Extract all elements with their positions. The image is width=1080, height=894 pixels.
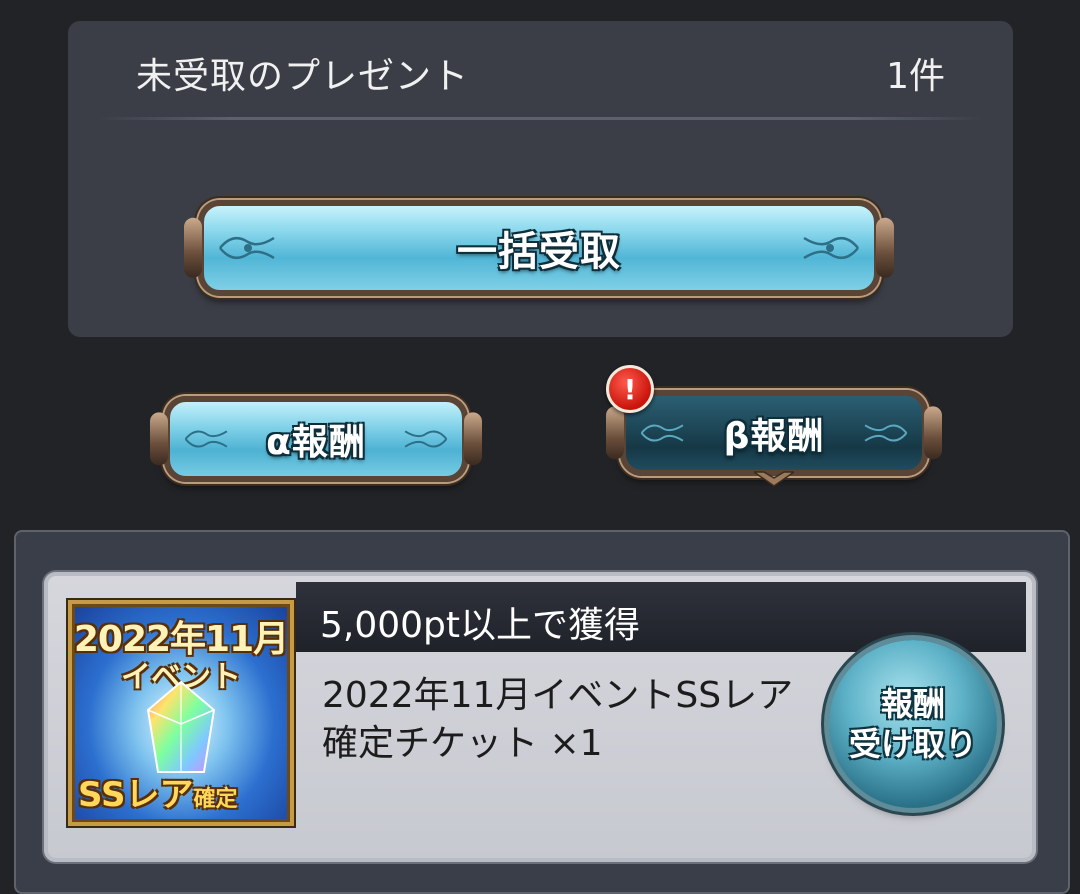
- thumbnail-rarity-main: SSレア: [78, 775, 194, 815]
- bulk-receive-label: 一括受取: [457, 229, 621, 275]
- alert-icon: !: [606, 365, 654, 413]
- present-count: 1件: [886, 56, 945, 97]
- ornament-icon: [184, 430, 228, 448]
- ornament-icon: [754, 471, 794, 487]
- reward-condition: 5,000pt以上で獲得: [320, 605, 641, 646]
- present-title: 未受取のプレゼント: [136, 56, 470, 97]
- claim-label-line2: 受け取り: [848, 725, 977, 763]
- claim-label-line1: 報酬: [880, 685, 945, 723]
- divider: [98, 117, 983, 120]
- reward-description: 2022年11月イベントSSレア確定チケット ×1: [322, 675, 794, 764]
- thumbnail-rarity-small: 確定: [193, 787, 238, 812]
- button-cap-left: [606, 406, 624, 460]
- button-cap-right: [924, 406, 942, 460]
- reward-thumbnail: 2022年11月 イベント SSレア確定: [68, 600, 294, 826]
- ornament-icon: [219, 236, 275, 260]
- crystal-icon: [146, 680, 216, 773]
- alpha-rewards-tab[interactable]: α報酬: [150, 396, 482, 482]
- ornament-icon: [404, 430, 448, 448]
- ornament-icon: [640, 424, 684, 442]
- bulk-receive-button[interactable]: 一括受取: [184, 200, 894, 296]
- button-cap-right: [876, 217, 894, 279]
- button-cap-left: [184, 217, 202, 279]
- beta-rewards-label: β報酬: [723, 416, 825, 457]
- claim-reward-button[interactable]: 報酬 受け取り: [829, 640, 997, 808]
- alpha-rewards-label: α報酬: [266, 422, 366, 463]
- ornament-icon: [803, 236, 859, 260]
- ornament-icon: [864, 424, 908, 442]
- button-cap-right: [464, 412, 482, 466]
- thumbnail-rarity: SSレア確定: [78, 767, 237, 816]
- button-cap-left: [150, 412, 168, 466]
- reward-card: 5,000pt以上で獲得 2022年11月 イベント SSレア確定 2022年1…: [44, 572, 1036, 862]
- beta-rewards-tab[interactable]: β報酬: [606, 390, 942, 487]
